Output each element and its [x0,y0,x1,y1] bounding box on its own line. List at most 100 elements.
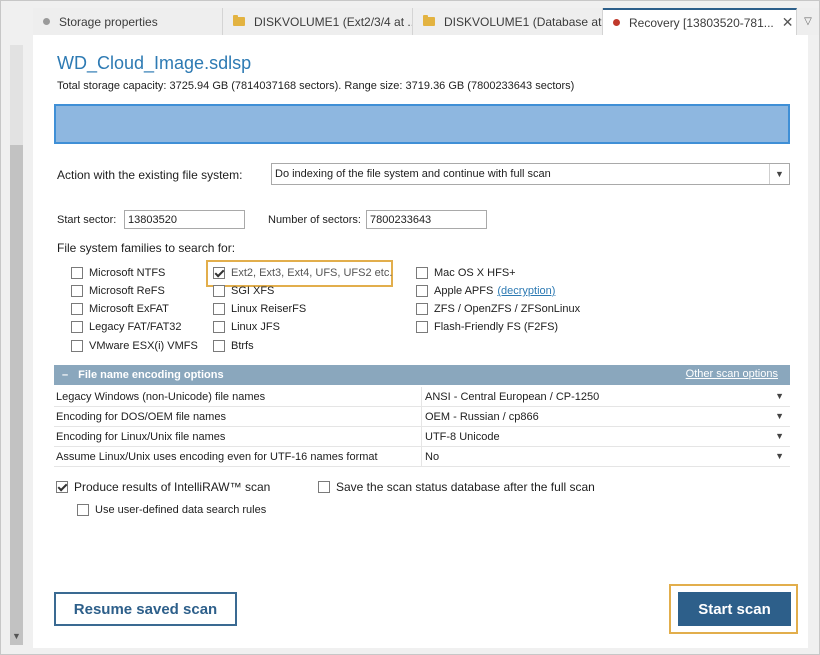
user-rules-checkbox[interactable]: Use user-defined data search rules [77,504,266,516]
other-scan-options-link[interactable]: Other scan options [686,368,778,380]
checkbox-refs[interactable]: Microsoft ReFS [71,285,165,297]
checkbox-label: Microsoft ExFAT [89,303,169,315]
chevron-down-icon[interactable]: ▼ [775,391,784,401]
capacity-info: Total storage capacity: 3725.94 GB (7814… [57,80,575,92]
page-title: WD_Cloud_Image.sdlsp [57,53,252,73]
storage-map-bar[interactable] [54,104,790,144]
checkbox-f2fs[interactable]: Flash-Friendly FS (F2FS) [416,321,558,333]
tab-recovery[interactable]: Recovery [13803520-781... ✕ [603,8,797,35]
encoding-table: Legacy Windows (non-Unicode) file names … [54,387,790,467]
checkbox-label: Ext2, Ext3, Ext4, UFS, UFS2 etc. [231,267,393,279]
checkbox-label: Legacy FAT/FAT32 [89,321,182,333]
chevron-down-icon[interactable]: ▼ [769,164,789,184]
encoding-value: OEM - Russian / cp866 [425,410,539,423]
encoding-value-dropdown[interactable]: ANSI - Central European / CP-1250 ▼ [422,387,790,406]
action-select[interactable]: Do indexing of the file system and conti… [271,163,790,185]
checkbox-box[interactable] [318,481,330,493]
checkbox-box[interactable] [71,285,83,297]
checkbox-reiserfs[interactable]: Linux ReiserFS [213,303,306,315]
checkbox-apfs[interactable]: Apple APFS (decryption) [416,285,555,297]
checkbox-label: Microsoft ReFS [89,285,165,297]
checkbox-exfat[interactable]: Microsoft ExFAT [71,303,169,315]
tab-label: Recovery [13803520-781... [629,15,774,30]
checkbox-box[interactable] [416,285,428,297]
vertical-scrollbar[interactable]: ▼ [8,45,25,645]
encoding-value: No [425,450,440,463]
checkbox-box[interactable] [213,285,225,297]
checkbox-label: ZFS / OpenZFS / ZFSonLinux [434,303,581,315]
folder-icon [423,15,435,26]
checkbox-fat[interactable]: Legacy FAT/FAT32 [71,321,182,333]
checkbox-box[interactable] [71,321,83,333]
checkbox-xfs[interactable]: SGI XFS [213,285,274,297]
table-row: Encoding for Linux/Unix file names UTF-8… [54,427,790,447]
tab-bar: Storage properties DISKVOLUME1 (Ext2/3/4… [33,8,819,35]
checkbox-label: Flash-Friendly FS (F2FS) [434,321,559,333]
checkbox-box[interactable] [416,303,428,315]
scroll-down-icon[interactable]: ▼ [12,631,21,641]
table-row: Legacy Windows (non-Unicode) file names … [54,387,790,407]
encoding-value-dropdown[interactable]: UTF-8 Unicode ▼ [422,427,790,446]
checkbox-box[interactable] [71,340,83,352]
encoding-value-dropdown[interactable]: OEM - Russian / cp866 ▼ [422,407,790,426]
checkbox-label: Microsoft NTFS [89,267,166,279]
checkbox-label: Produce results of IntelliRAW™ scan [74,480,271,494]
tab-label: DISKVOLUME1 (Ext2/3/4 at ... [254,14,413,29]
table-row: Encoding for DOS/OEM file names OEM - Ru… [54,407,790,427]
encoding-key: Encoding for DOS/OEM file names [54,407,422,426]
chevron-down-icon[interactable]: ▼ [775,431,784,441]
families-label: File system families to search for: [57,241,236,255]
checkbox-ext[interactable]: Ext2, Ext3, Ext4, UFS, UFS2 etc. [213,267,392,279]
checkbox-vmfs[interactable]: VMware ESX(i) VMFS [71,340,198,352]
checkbox-jfs[interactable]: Linux JFS [213,321,280,333]
decryption-link[interactable]: (decryption) [497,285,555,297]
start-scan-button[interactable]: Start scan [678,592,791,626]
checkbox-btrfs[interactable]: Btrfs [213,340,254,352]
checkbox-box[interactable] [71,267,83,279]
resume-saved-scan-button[interactable]: Resume saved scan [54,592,237,626]
recovery-dot-icon [613,19,620,26]
checkbox-box-checked[interactable] [56,481,68,493]
checkbox-box[interactable] [416,321,428,333]
tab-label: DISKVOLUME1 (Database at... [444,14,603,29]
save-db-checkbox[interactable]: Save the scan status database after the … [318,480,595,494]
action-label: Action with the existing file system: [57,168,243,182]
checkbox-zfs[interactable]: ZFS / OpenZFS / ZFSonLinux [416,303,580,315]
tab-diskvolume-ext[interactable]: DISKVOLUME1 (Ext2/3/4 at ... [223,8,413,35]
encoding-key: Legacy Windows (non-Unicode) file names [54,387,422,406]
checkbox-box[interactable] [416,267,428,279]
chevron-down-icon[interactable]: ▼ [775,411,784,421]
checkbox-ntfs[interactable]: Microsoft NTFS [71,267,165,279]
encoding-section-header[interactable]: – File name encoding options Other scan … [54,365,790,385]
number-of-sectors-input[interactable] [366,210,487,229]
tab-diskvolume-database[interactable]: DISKVOLUME1 (Database at... [413,8,603,35]
checkbox-label: Save the scan status database after the … [336,480,595,494]
scrollbar-thumb[interactable] [10,145,23,645]
checkbox-box-checked[interactable] [213,267,225,279]
checkbox-label: Use user-defined data search rules [95,504,267,516]
checkbox-box[interactable] [213,321,225,333]
collapse-icon[interactable]: – [62,369,68,381]
checkbox-box[interactable] [213,303,225,315]
checkbox-box[interactable] [213,340,225,352]
start-sector-input[interactable] [124,210,245,229]
close-icon[interactable]: ✕ [782,14,794,31]
number-of-sectors-label: Number of sectors: [268,214,361,226]
checkbox-box[interactable] [71,303,83,315]
checkbox-label: Linux JFS [231,321,280,333]
checkbox-hfs[interactable]: Mac OS X HFS+ [416,267,516,279]
tab-label: Storage properties [59,14,158,29]
start-scan-highlight-frame: Start scan [669,584,798,634]
checkbox-label: Apple APFS [434,285,494,297]
checkbox-label: Btrfs [231,340,254,352]
recovery-panel: WD_Cloud_Image.sdlsp Total storage capac… [33,35,808,648]
tab-menu-icon[interactable]: ▽ [797,8,819,35]
chevron-down-icon[interactable]: ▼ [775,451,784,461]
encoding-key: Assume Linux/Unix uses encoding even for… [54,447,422,466]
tab-storage-properties[interactable]: Storage properties [33,8,223,35]
intelliraw-checkbox[interactable]: Produce results of IntelliRAW™ scan [56,480,270,494]
checkbox-box[interactable] [77,504,89,516]
checkbox-label: SGI XFS [231,285,275,297]
checkbox-label: Mac OS X HFS+ [434,267,516,279]
encoding-value-dropdown[interactable]: No ▼ [422,447,790,466]
